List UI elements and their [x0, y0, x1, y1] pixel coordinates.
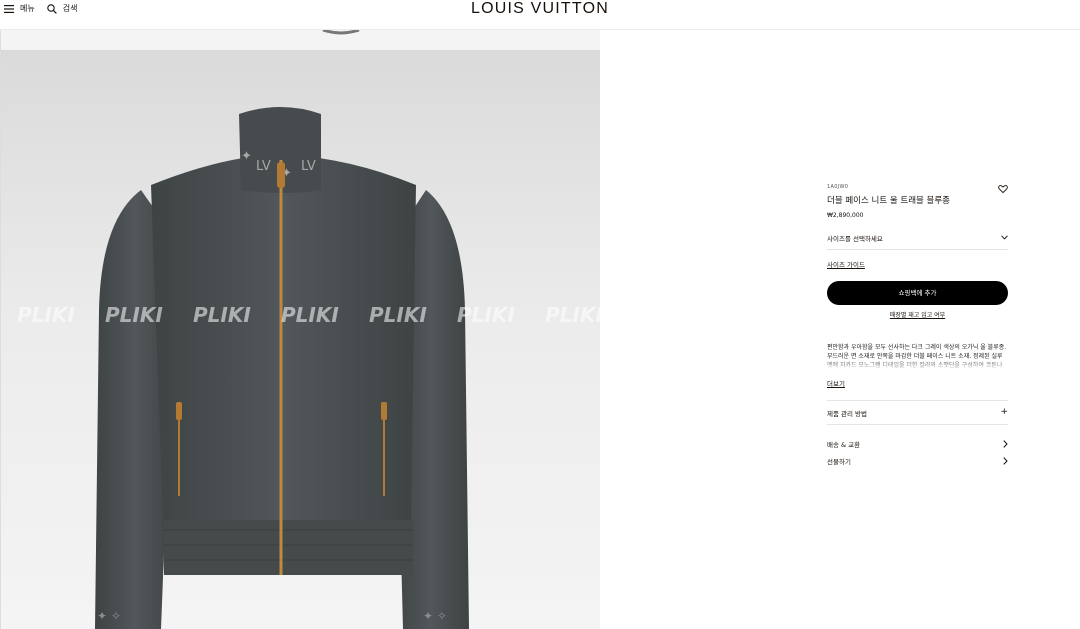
svg-text:PLIKI: PLIKI: [457, 303, 515, 327]
shipping-returns-row[interactable]: 배송 & 교환: [827, 439, 1008, 449]
svg-text:PLIKI: PLIKI: [17, 303, 75, 327]
chevron-down-icon: [1001, 235, 1008, 240]
product-details-panel: 1A0JW0 더블 페이스 니트 울 트래블 블루종 ₩2,890,000 사이…: [827, 184, 1008, 466]
product-image[interactable]: ✦ LV ✦ LV ✦ ✧ ✦ ✧ PLIKI PLIKI PLIKI PLIK…: [0, 30, 600, 629]
heart-icon[interactable]: [998, 184, 1008, 194]
product-price: ₩2,890,000: [827, 212, 864, 219]
size-select[interactable]: 사이즈를 선택하세요: [827, 232, 1008, 250]
svg-text:✦ ✧: ✦ ✧: [97, 609, 121, 623]
brand-logo[interactable]: LOUIS VUITTON: [0, 0, 1080, 18]
chevron-right-icon: [1003, 440, 1008, 448]
shipping-label: 배송 & 교환: [827, 441, 861, 449]
site-header: 메뉴 검색 LOUIS VUITTON: [0, 0, 1080, 30]
product-description: 편안함과 우아함을 모두 선사하는 다크 그레이 색상의 오가닉 울 블루종. …: [827, 344, 1007, 369]
svg-text:✦: ✦: [241, 149, 252, 164]
svg-text:PLIKI: PLIKI: [105, 303, 163, 327]
jacket-body: [151, 158, 416, 575]
svg-text:PLIKI: PLIKI: [545, 303, 600, 327]
svg-text:PLIKI: PLIKI: [281, 303, 339, 327]
care-label: 제품 관리 방법: [827, 409, 868, 418]
size-select-label: 사이즈를 선택하세요: [827, 234, 883, 243]
store-availability-link[interactable]: 매장별 재고 입고 여부: [827, 310, 1008, 319]
care-instructions-row[interactable]: 제품 관리 방법 +: [827, 400, 1008, 425]
watermark: PLIKI PLIKI PLIKI PLIKI PLIKI PLIKI PLIK…: [17, 303, 600, 327]
svg-text:PLIKI: PLIKI: [369, 303, 427, 327]
svg-text:✦ ✧: ✦ ✧: [423, 609, 447, 623]
product-title: 더블 페이스 니트 울 트래블 블루종: [827, 196, 950, 206]
add-to-cart-button[interactable]: 쇼핑백에 추가: [827, 281, 1008, 305]
read-more-link[interactable]: 더보기: [827, 378, 845, 388]
product-sku: 1A0JW0: [827, 184, 849, 190]
gift-label: 선물하기: [827, 458, 851, 466]
svg-text:LV: LV: [301, 159, 316, 174]
gift-row[interactable]: 선물하기: [827, 456, 1008, 466]
size-guide-link[interactable]: 사이즈 가이드: [827, 259, 865, 269]
svg-text:PLIKI: PLIKI: [193, 303, 251, 327]
chevron-right-icon: [1003, 457, 1008, 465]
plus-icon: +: [1000, 407, 1008, 417]
svg-text:LV: LV: [256, 159, 271, 174]
